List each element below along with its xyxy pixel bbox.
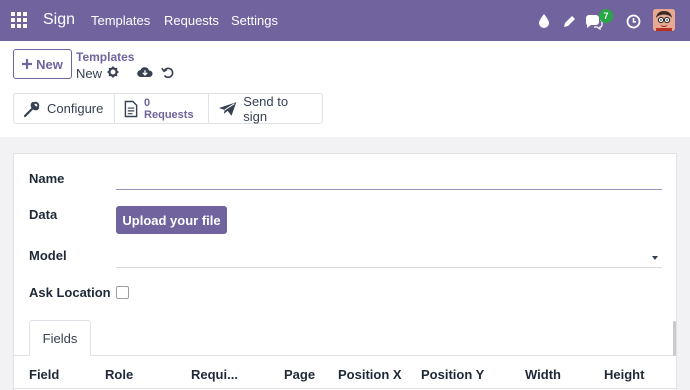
- configure-label: Configure: [47, 101, 104, 116]
- new-button[interactable]: New: [13, 49, 72, 79]
- cloud-save-icon[interactable]: [137, 66, 153, 81]
- model-label: Model: [29, 248, 67, 263]
- fields-table-header: Field Role Requi... Page Position X Posi…: [14, 356, 676, 390]
- tab-fields[interactable]: Fields: [29, 320, 91, 356]
- breadcrumb-templates[interactable]: Templates: [76, 50, 134, 64]
- discard-icon[interactable]: [161, 66, 174, 82]
- column-required[interactable]: Requi...: [191, 367, 238, 382]
- control-panel: New Templates New Configure 0 Requests S…: [0, 41, 690, 137]
- clock-icon[interactable]: [624, 12, 642, 30]
- breadcrumb-current: New: [76, 66, 103, 81]
- drop-icon[interactable]: [535, 12, 553, 30]
- requests-label: 0 Requests: [144, 96, 194, 121]
- form-sheet: Name Data Upload your file Model Ask Loc…: [13, 153, 677, 390]
- table-header-divider: [14, 388, 676, 389]
- paper-plane-icon: [218, 101, 237, 116]
- menu-templates[interactable]: Templates: [91, 13, 150, 28]
- model-select[interactable]: [116, 248, 662, 268]
- plus-icon: [22, 59, 33, 69]
- column-page[interactable]: Page: [284, 367, 315, 382]
- chevron-down-icon[interactable]: [652, 256, 658, 260]
- ask-location-label: Ask Location: [29, 285, 111, 300]
- upload-file-button[interactable]: Upload your file: [116, 206, 227, 234]
- pencil-icon[interactable]: [560, 12, 578, 30]
- scrollbar[interactable]: [673, 321, 676, 356]
- app-brand[interactable]: Sign: [43, 11, 75, 29]
- ask-location-checkbox[interactable]: [116, 286, 129, 299]
- menu-settings[interactable]: Settings: [231, 13, 278, 28]
- top-navbar: Sign Templates Requests Settings 7: [0, 0, 690, 41]
- document-icon: [124, 100, 138, 117]
- app-menu-icon[interactable]: [11, 12, 27, 28]
- column-position-y[interactable]: Position Y: [421, 367, 484, 382]
- gear-icon[interactable]: [107, 66, 119, 81]
- user-avatar[interactable]: [653, 9, 675, 31]
- chat-count-badge: 7: [599, 9, 613, 23]
- send-to-sign-label: Send to sign: [243, 93, 289, 124]
- column-width[interactable]: Width: [525, 367, 561, 382]
- column-role[interactable]: Role: [105, 367, 133, 382]
- wrench-icon: [23, 101, 40, 117]
- name-label: Name: [29, 171, 65, 186]
- requests-button[interactable]: 0 Requests: [115, 94, 209, 123]
- column-height[interactable]: Height: [604, 367, 644, 382]
- name-input[interactable]: [116, 170, 662, 190]
- configure-button[interactable]: Configure: [14, 94, 115, 123]
- menu-requests[interactable]: Requests: [164, 13, 219, 28]
- send-to-sign-button[interactable]: Send to sign: [209, 93, 322, 124]
- action-button-group: Configure 0 Requests Send to sign: [13, 93, 323, 124]
- column-position-x[interactable]: Position X: [338, 367, 402, 382]
- new-button-label: New: [36, 56, 63, 72]
- column-field[interactable]: Field: [29, 367, 59, 382]
- data-label: Data: [29, 207, 58, 222]
